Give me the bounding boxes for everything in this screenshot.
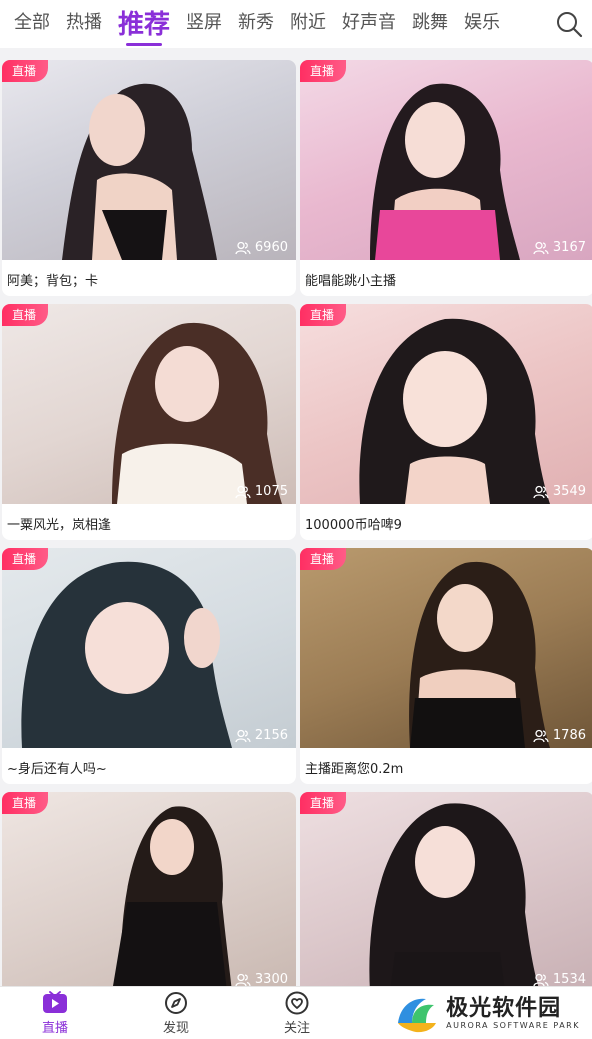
nav-live[interactable]: 直播 [20,991,90,1036]
watermark-title: 极光软件园 [446,996,562,1021]
stream-thumbnail [300,60,592,260]
nav-discover-label: 发现 [162,1021,189,1036]
stream-thumbnail [2,60,296,260]
tab-hot[interactable]: 热播 [66,8,102,48]
live-badge: 直播 [300,792,347,814]
stream-title: 100000币哈啤9 [305,518,402,533]
live-badge: 直播 [2,792,49,814]
stream-title: ~身后还有人吗~ [7,762,107,777]
viewers-icon [235,485,251,498]
viewers-icon [235,729,251,742]
search-icon[interactable] [554,9,584,39]
stream-thumbnail [300,548,592,748]
viewers-icon [533,973,549,986]
stream-title: 能唱能跳小主播 [305,274,397,289]
viewer-count: 3167 [533,240,586,255]
tab-all[interactable]: 全部 [14,8,50,48]
stream-card[interactable]: 直播 3549 100000币哈啤9 [300,304,592,540]
category-tabs: 全部 热播 推荐 竖屏 新秀 附近 好声音 跳舞 娱乐 [0,0,500,48]
live-badge: 直播 [300,60,347,82]
stream-thumbnail [2,548,296,748]
viewer-count-value: 6960 [254,240,288,255]
watermark-subtitle: AURORA SOFTWARE PARK [446,1021,580,1030]
viewer-count: 2156 [235,728,288,743]
stream-thumbnail [300,304,592,504]
tab-dance[interactable]: 跳舞 [412,8,448,48]
viewers-icon [533,485,549,498]
tab-good-voice[interactable]: 好声音 [342,8,396,48]
live-badge: 直播 [2,60,49,82]
live-tv-icon [43,991,67,1013]
stream-thumbnail [2,304,296,504]
stream-card[interactable]: 直播 6960 阿美；背包；卡 [2,60,296,296]
viewer-count: 3300 [235,972,288,987]
nav-follow[interactable]: 关注 [262,991,332,1036]
tab-vertical[interactable]: 竖屏 [186,8,222,48]
heart-icon [285,991,309,1015]
stream-card[interactable]: 直播 3167 能唱能跳小主播 [300,60,592,296]
stream-title: 一粟风光，岚相逢 [7,518,112,533]
live-badge: 直播 [2,304,49,326]
viewer-count-value: 2156 [254,728,288,743]
compass-icon [165,992,187,1014]
viewer-count-value: 3300 [254,972,288,987]
tab-recommended[interactable]: 推荐 [118,8,170,48]
nav-follow-label: 关注 [283,1021,310,1036]
stream-thumbnail [2,792,296,992]
viewer-count: 1075 [235,484,288,499]
tab-entertainment[interactable]: 娱乐 [464,8,500,48]
viewer-count-value: 3167 [552,240,586,255]
viewer-count: 3549 [533,484,586,499]
stream-card[interactable]: 直播 1075 一粟风光，岚相逢 [2,304,296,540]
viewer-count: 1786 [533,728,586,743]
viewers-icon [235,973,251,986]
stream-card[interactable]: 直播 1786 主播距离您0.2m [300,548,592,784]
tab-newcomers[interactable]: 新秀 [238,8,274,48]
viewers-icon [533,729,549,742]
viewers-icon [235,241,251,254]
live-badge: 直播 [300,304,347,326]
nav-discover[interactable]: 发现 [141,991,211,1036]
viewers-icon [533,241,549,254]
stream-card[interactable]: 直播 2156 ~身后还有人吗~ [2,548,296,784]
live-badge: 直播 [2,548,49,570]
aurora-logo-icon [398,998,437,1033]
nav-live-label: 直播 [41,1021,68,1036]
viewer-count-value: 1075 [254,484,288,499]
live-badge: 直播 [300,548,347,570]
watermark: 极光软件园 AURORA SOFTWARE PARK [394,992,580,1036]
top-tab-bar: 全部 热播 推荐 竖屏 新秀 附近 好声音 跳舞 娱乐 [0,0,592,48]
viewer-count-value: 1534 [552,972,586,987]
stream-title: 阿美；背包；卡 [7,274,99,289]
viewer-count-value: 3549 [552,484,586,499]
viewer-count-value: 1786 [552,728,586,743]
tab-nearby[interactable]: 附近 [290,8,326,48]
stream-title: 主播距离您0.2m [305,762,404,777]
viewer-count: 6960 [235,240,288,255]
viewer-count: 1534 [533,972,586,987]
stream-thumbnail [300,792,592,992]
